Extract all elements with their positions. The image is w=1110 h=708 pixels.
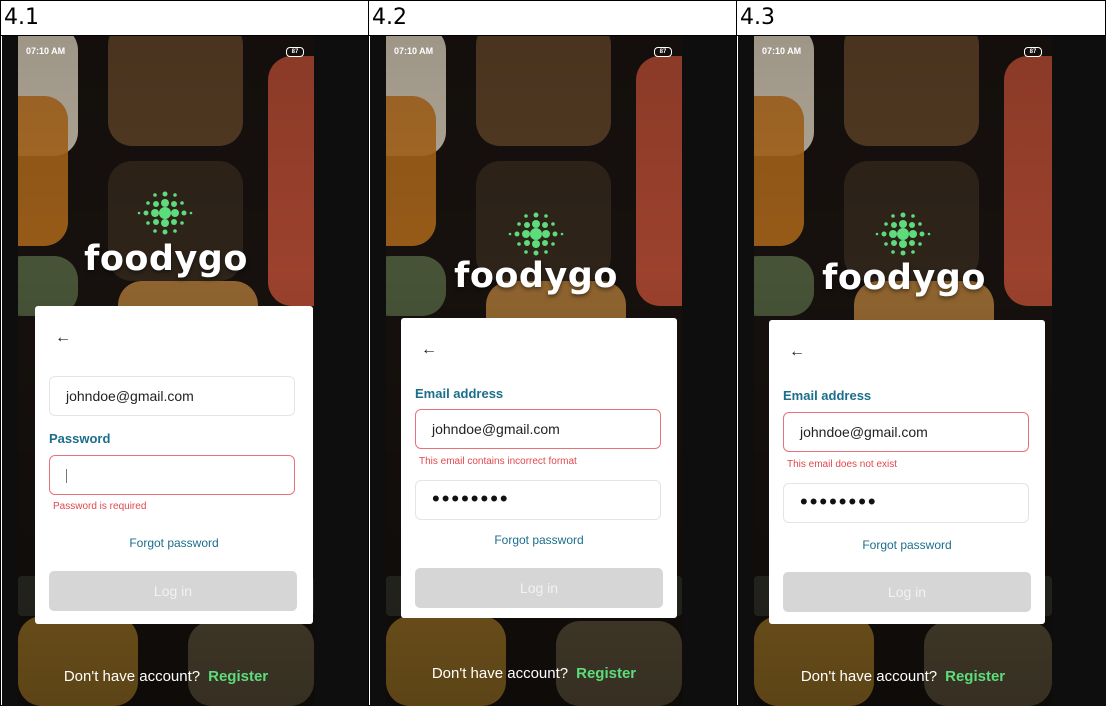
phone-screen: 07:10 AM 87 foodygo ← Email address john…	[386, 36, 682, 706]
register-prompt: Don't have account? Register	[754, 668, 1052, 685]
no-account-text: Don't have account?	[800, 668, 938, 685]
brand-name: foodygo	[84, 239, 248, 279]
back-arrow-icon[interactable]: ←	[421, 340, 441, 360]
panel-label: 4.3	[740, 5, 775, 30]
back-arrow-icon[interactable]: ←	[789, 342, 809, 362]
phone-screen: 07:10 AM 87 foodygo ← johndoe@gmail.com …	[18, 36, 314, 706]
back-arrow-icon[interactable]: ←	[55, 328, 75, 348]
foodygo-logo-icon	[508, 212, 564, 256]
register-prompt: Don't have account? Register	[18, 668, 314, 685]
battery-icon: 87	[1024, 47, 1042, 57]
email-input[interactable]: johndoe@gmail.com	[49, 376, 295, 416]
status-time: 07:10 AM	[394, 46, 434, 56]
password-input[interactable]	[49, 455, 295, 495]
register-prompt: Don't have account? Register	[386, 665, 682, 682]
phone-panel-1: 07:10 AM 87 foodygo ← johndoe@gmail.com …	[2, 36, 368, 706]
login-card: ← johndoe@gmail.com Password Password is…	[35, 306, 313, 624]
foodygo-logo-icon	[137, 191, 193, 235]
foodygo-logo-icon	[875, 212, 931, 256]
header-cell-1: 4.1	[0, 0, 369, 36]
login-button[interactable]: Log in	[49, 571, 297, 611]
forgot-password-link[interactable]: Forgot password	[35, 536, 313, 550]
email-error: This email does not exist	[787, 459, 898, 470]
header-cell-2: 4.2	[368, 0, 737, 36]
email-label: Email address	[783, 388, 872, 403]
no-account-text: Don't have account?	[63, 668, 201, 685]
phone-screen: 07:10 AM 87 foodygo ← Email address john…	[754, 36, 1052, 706]
brand-name: foodygo	[822, 258, 986, 298]
password-error: Password is required	[53, 501, 147, 512]
login-button[interactable]: Log in	[415, 568, 663, 608]
login-card: ← Email address johndoe@gmail.com This e…	[401, 318, 677, 618]
email-input[interactable]: johndoe@gmail.com	[783, 412, 1029, 452]
brand-name: foodygo	[454, 256, 618, 296]
email-error: This email contains incorrect format	[419, 456, 577, 467]
status-bar: 07:10 AM 87	[762, 46, 1042, 60]
no-account-text: Don't have account?	[431, 665, 569, 682]
password-input[interactable]: ••••••••	[415, 480, 661, 520]
password-label: Password	[49, 431, 111, 446]
forgot-password-link[interactable]: Forgot password	[769, 538, 1045, 552]
login-button[interactable]: Log in	[783, 572, 1031, 612]
login-card: ← Email address johndoe@gmail.com This e…	[769, 320, 1045, 624]
panel-label: 4.2	[372, 5, 407, 30]
email-input[interactable]: johndoe@gmail.com	[415, 409, 661, 449]
panel-label: 4.1	[4, 5, 39, 30]
header-cell-3: 4.3	[736, 0, 1106, 36]
status-time: 07:10 AM	[762, 46, 802, 56]
register-link[interactable]: Register	[208, 668, 268, 685]
password-input[interactable]: ••••••••	[783, 483, 1029, 523]
status-bar: 07:10 AM 87	[26, 46, 304, 60]
text-cursor	[66, 469, 67, 484]
forgot-password-link[interactable]: Forgot password	[401, 533, 677, 547]
status-time: 07:10 AM	[26, 46, 66, 56]
status-bar: 07:10 AM 87	[394, 46, 672, 60]
register-link[interactable]: Register	[576, 665, 636, 682]
battery-icon: 87	[286, 47, 304, 57]
phone-panel-2: 07:10 AM 87 foodygo ← Email address john…	[370, 36, 736, 706]
email-label: Email address	[415, 386, 504, 401]
phone-panel-3: 07:10 AM 87 foodygo ← Email address john…	[738, 36, 1106, 706]
battery-icon: 87	[654, 47, 672, 57]
register-link[interactable]: Register	[945, 668, 1005, 685]
